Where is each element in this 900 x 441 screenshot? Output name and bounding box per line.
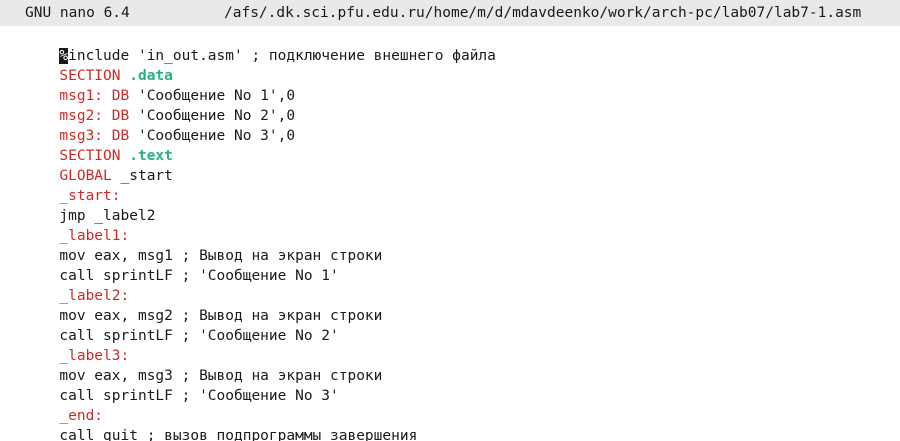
instruction: mov eax, msg1 ; Вывод на экран строки [59, 248, 383, 264]
instruction: call sprintLF ; 'Сообщение No 2' [59, 328, 339, 344]
code-line-20[interactable]: call quit ; вызов подпрограммы завершени… [7, 406, 900, 441]
section-keyword: SECTION [59, 68, 130, 84]
code-label: _end: [59, 408, 104, 424]
nano-terminal-window: GNU nano 6.4 /afs/.dk.sci.pfu.edu.ru/hom… [0, 0, 900, 441]
instruction: call quit ; вызов подпрограммы завершени… [59, 428, 418, 441]
code-line-1[interactable]: %include 'in_out.asm' ; подключение внеш… [7, 26, 900, 64]
code-label: _start: [59, 188, 121, 204]
instruction: call sprintLF ; 'Сообщение No 3' [59, 388, 339, 404]
instruction: mov eax, msg2 ; Вывод на экран строки [59, 308, 383, 324]
section-name: .data [129, 68, 173, 84]
instruction: call sprintLF ; 'Сообщение No 1' [59, 268, 339, 284]
code-label: _label3: [59, 348, 130, 364]
code-label: _label2: [59, 288, 130, 304]
code-line-14[interactable]: mov eax, msg2 ; Вывод на экран строки [7, 286, 900, 324]
editor-text-area[interactable]: %include 'in_out.asm' ; подключение внеш… [7, 26, 900, 441]
nano-title-bar: GNU nano 6.4 /afs/.dk.sci.pfu.edu.ru/hom… [0, 0, 900, 26]
code-label: _label1: [59, 228, 130, 244]
instruction: mov eax, msg3 ; Вывод на экран строки [59, 368, 383, 384]
code-line-11[interactable]: mov eax, msg1 ; Вывод на экран строки [7, 226, 900, 264]
label-directive: msg1: DB [59, 88, 138, 104]
string-data: 'Сообщение No 2',0 [137, 108, 296, 124]
code-line-17[interactable]: mov eax, msg3 ; Вывод на экран строки [7, 346, 900, 384]
instruction: jmp _label2 [59, 208, 156, 224]
code-line-9[interactable]: jmp _label2 [7, 186, 900, 224]
text-cursor[interactable]: % [59, 48, 69, 64]
label-directive: msg3: DB [59, 128, 138, 144]
string-data: 'Сообщение No 1',0 [137, 88, 296, 104]
include-directive: include 'in_out.asm' ; подключение внешн… [68, 48, 496, 64]
label-directive: msg2: DB [59, 108, 138, 124]
editor-name: GNU nano 6.4 [25, 5, 130, 21]
global-keyword: GLOBAL [59, 168, 121, 184]
section-name: .text [129, 148, 173, 164]
global-symbol: _start [120, 168, 173, 184]
string-data: 'Сообщение No 3',0 [137, 128, 296, 144]
section-keyword: SECTION [59, 148, 130, 164]
file-path: /afs/.dk.sci.pfu.edu.ru/home/m/d/mdavdee… [224, 5, 862, 21]
